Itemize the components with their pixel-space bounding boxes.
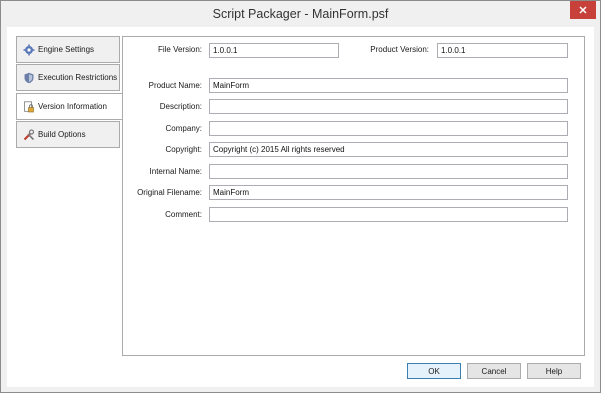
product-name-input[interactable]: [209, 78, 568, 93]
dialog-body: Engine Settings Execution Restrictions V…: [7, 27, 594, 387]
tab-build-options-label: Build Options: [38, 130, 86, 139]
original-filename-label: Original Filename:: [137, 188, 202, 197]
comment-label: Comment:: [165, 210, 202, 219]
dialog-window: Script Packager - MainForm.psf Engine Se…: [0, 0, 601, 393]
ok-button[interactable]: OK: [407, 363, 461, 379]
product-version-input[interactable]: [437, 43, 568, 58]
copyright-label: Copyright:: [165, 145, 202, 154]
version-information-panel: File Version: Product Version: Product N…: [122, 36, 585, 356]
file-version-input[interactable]: [209, 43, 339, 58]
product-version-label: Product Version:: [370, 45, 429, 54]
tab-build-options[interactable]: Build Options: [16, 121, 120, 148]
internal-name-input[interactable]: [209, 164, 568, 179]
file-version-label: File Version:: [157, 45, 202, 54]
description-label: Description:: [159, 102, 202, 111]
description-input[interactable]: [209, 99, 568, 114]
comment-input[interactable]: [209, 207, 568, 222]
title-bar[interactable]: Script Packager - MainForm.psf: [1, 1, 600, 27]
gear-icon: [23, 44, 35, 56]
document-lock-icon: [23, 100, 35, 113]
shield-icon: [23, 72, 35, 84]
tab-execution-restrictions[interactable]: Execution Restrictions: [16, 64, 120, 91]
close-icon: [579, 6, 587, 14]
tab-engine-settings[interactable]: Engine Settings: [16, 36, 120, 63]
help-button[interactable]: Help: [527, 363, 581, 379]
cancel-button[interactable]: Cancel: [467, 363, 521, 379]
tab-engine-settings-label: Engine Settings: [38, 45, 95, 54]
window-title: Script Packager - MainForm.psf: [212, 7, 389, 21]
internal-name-label: Internal Name:: [149, 167, 202, 176]
tools-icon: [23, 128, 35, 141]
tab-version-information[interactable]: Version Information: [16, 93, 122, 120]
close-button[interactable]: [570, 1, 596, 19]
tab-version-information-label: Version Information: [38, 102, 107, 111]
copyright-input[interactable]: [209, 142, 568, 157]
original-filename-input[interactable]: [209, 185, 568, 200]
company-input[interactable]: [209, 121, 568, 136]
product-name-label: Product Name:: [148, 81, 202, 90]
company-label: Company:: [165, 124, 202, 133]
tab-execution-restrictions-label: Execution Restrictions: [38, 73, 118, 82]
